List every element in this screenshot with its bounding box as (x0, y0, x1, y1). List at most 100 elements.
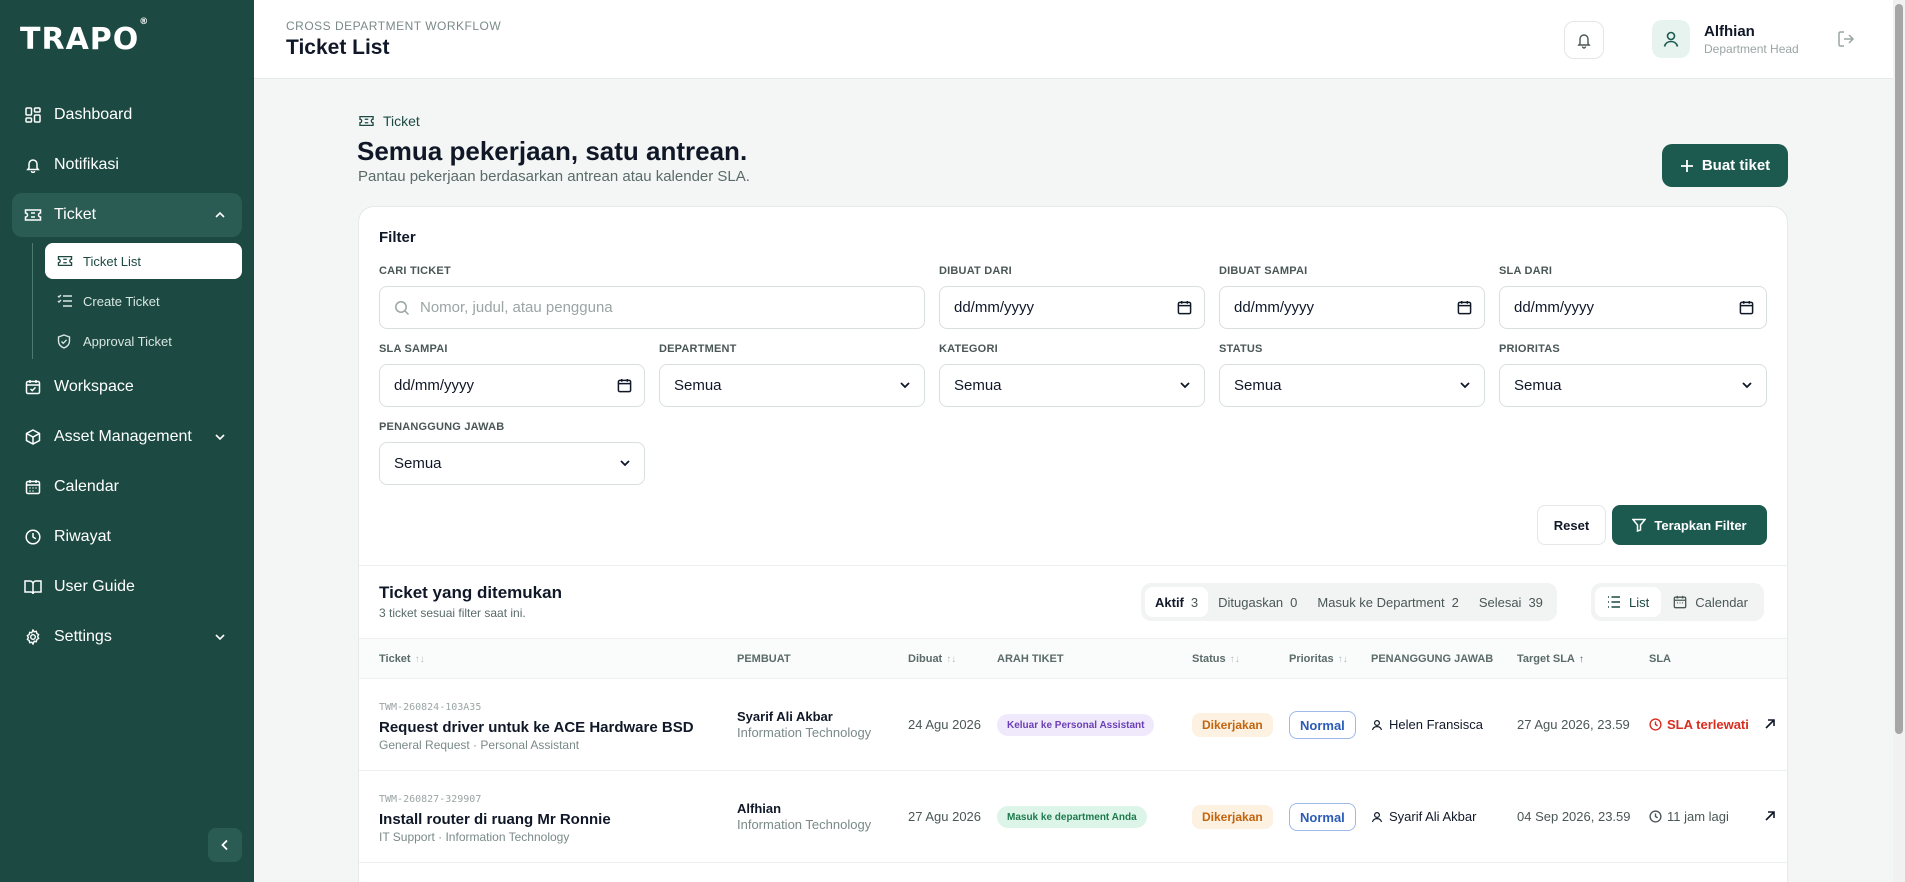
chevron-down-icon (1178, 378, 1192, 392)
subnav-item-label: Ticket List (83, 253, 142, 269)
target-sla: 27 Agu 2026, 23.59 (1517, 717, 1630, 732)
subnav-item-create-ticket[interactable]: Create Ticket (45, 283, 242, 319)
sidebar-item-label: Asset Management (54, 428, 192, 445)
scrollbar-thumb[interactable] (1895, 4, 1903, 734)
column-ticket[interactable]: Ticket ↑↓ (379, 653, 425, 665)
calendar-icon[interactable] (617, 378, 632, 393)
date-placeholder: dd/mm/yyyy (1234, 299, 1315, 316)
tab-selesai[interactable]: Selesai 39 (1469, 587, 1553, 617)
pic-cell: Syarif Ali Akbar (1371, 809, 1476, 824)
shield-check-icon (57, 333, 73, 349)
open-ticket-button[interactable] (1763, 809, 1779, 825)
category-select[interactable]: Semua (939, 364, 1205, 407)
sidebar-item-settings[interactable]: Settings (12, 615, 242, 659)
chevron-down-icon (898, 378, 912, 392)
sidebar-item-calendar[interactable]: Calendar (12, 465, 242, 509)
column-status[interactable]: Status ↑↓ (1192, 653, 1240, 665)
collapse-sidebar-button[interactable] (208, 828, 242, 862)
table-row[interactable]: TWM-260827-329907 Install router di ruan… (359, 771, 1787, 863)
sidebar-item-workspace[interactable]: Workspace (12, 365, 242, 409)
view-label: Calendar (1695, 594, 1748, 610)
sla-cell: 11 jam lagi (1649, 809, 1729, 824)
apply-filter-label: Terapkan Filter (1654, 517, 1747, 533)
column-prioritas[interactable]: Prioritas ↑↓ (1289, 653, 1348, 665)
created-from-date-input[interactable]: dd/mm/yyyy (939, 286, 1205, 329)
logout-button[interactable] (1837, 30, 1857, 50)
chevron-down-icon (1458, 378, 1472, 392)
tab-count: 39 (1528, 594, 1543, 610)
chevron-up-icon (212, 207, 228, 223)
bell-icon (1576, 32, 1592, 49)
direction-badge: Masuk ke department Anda (997, 806, 1147, 828)
bell-icon (24, 156, 42, 174)
apply-filter-button[interactable]: Terapkan Filter (1612, 505, 1767, 545)
status-badge: Dikerjakan (1192, 805, 1273, 829)
column-dibuat[interactable]: Dibuat ↑↓ (908, 653, 956, 665)
user-icon (1371, 811, 1383, 823)
sidebar-item-label: Workspace (54, 378, 134, 395)
filter-icon (1632, 518, 1647, 532)
calendar-icon[interactable] (1739, 300, 1754, 315)
sidebar-item-user-guide[interactable]: User Guide (12, 565, 242, 609)
arrow-up-right-icon (1763, 717, 1777, 733)
sort-asc-icon: ↑ (1578, 653, 1584, 665)
sidebar-item-riwayat[interactable]: Riwayat (12, 515, 242, 559)
ticket-meta: IT Support · Information Technology (379, 830, 570, 844)
brand-logo[interactable]: TRAPO® (20, 17, 149, 57)
created-to-date-input[interactable]: dd/mm/yyyy (1219, 286, 1485, 329)
tab-aktif[interactable]: Aktif 3 (1145, 587, 1209, 617)
status-select[interactable]: Semua (1219, 364, 1485, 407)
search-placeholder: Nomor, judul, atau pengguna (420, 299, 613, 316)
page-heading: Semua pekerjaan, satu antrean. (357, 136, 748, 166)
created-date: 24 Agu 2026 (908, 717, 982, 732)
date-placeholder: dd/mm/yyyy (1514, 299, 1595, 316)
ticket-icon (57, 253, 73, 269)
tab-masuk-ke-department[interactable]: Masuk ke Department 2 (1307, 587, 1468, 617)
pic-cell: Helen Fransisca (1371, 717, 1483, 732)
view-calendar-button[interactable]: Calendar (1661, 587, 1760, 617)
reset-button[interactable]: Reset (1537, 505, 1606, 545)
priority-select[interactable]: Semua (1499, 364, 1767, 407)
open-ticket-button[interactable] (1763, 717, 1779, 733)
subnav-item-ticket-list[interactable]: Ticket List (45, 243, 242, 279)
sla-from-label: SLA DARI (1499, 265, 1553, 277)
calendar-icon[interactable] (1457, 300, 1472, 315)
creator-dept: Information Technology (737, 725, 872, 740)
table-row[interactable]: TWM-260824-103A35 Request driver untuk k… (359, 679, 1787, 771)
view-list-button[interactable]: List (1595, 587, 1662, 617)
priority-badge: Normal (1289, 803, 1356, 831)
create-ticket-label: Buat tiket (1701, 157, 1771, 174)
view-label: List (1629, 594, 1650, 610)
clock-icon (1649, 810, 1662, 823)
tab-label: Aktif (1155, 594, 1184, 610)
subnav-item-approval-ticket[interactable]: Approval Ticket (45, 323, 242, 359)
department-select[interactable]: Semua (659, 364, 925, 407)
status-badge: Dikerjakan (1192, 713, 1273, 737)
sidebar-item-notifikasi[interactable]: Notifikasi (12, 143, 242, 187)
create-ticket-button[interactable]: Buat tiket (1662, 144, 1788, 187)
sla-text: 11 jam lagi (1667, 809, 1729, 824)
calendar-icon[interactable] (1177, 300, 1192, 315)
ticket-title[interactable]: Request driver untuk ke ACE Hardware BSD (379, 719, 694, 736)
tab-ditugaskan[interactable]: Ditugaskan 0 (1208, 587, 1307, 617)
search-input[interactable]: Nomor, judul, atau pengguna (379, 286, 925, 329)
sidebar-item-asset-management[interactable]: Asset Management (12, 415, 242, 459)
column-label: ARAH TIKET (997, 653, 1064, 665)
sidebar-item-dashboard[interactable]: Dashboard (12, 93, 242, 137)
sidebar-item-label: Calendar (54, 478, 119, 495)
chevron-down-icon (618, 456, 632, 470)
sla-to-date-input[interactable]: dd/mm/yyyy (379, 364, 645, 407)
pic-select[interactable]: Semua (379, 442, 645, 485)
subnav-item-label: Create Ticket (83, 293, 160, 309)
chevron-down-icon (212, 429, 228, 445)
sidebar-item-ticket[interactable]: Ticket (12, 193, 242, 237)
column-sla: SLA (1649, 653, 1671, 665)
tab-label: Ditugaskan (1218, 594, 1284, 610)
sla-from-date-input[interactable]: dd/mm/yyyy (1499, 286, 1767, 329)
column-target-sla[interactable]: Target SLA ↑ (1517, 653, 1584, 665)
notifications-button[interactable] (1564, 21, 1604, 59)
avatar[interactable] (1652, 20, 1690, 58)
sidebar-item-label: User Guide (54, 578, 135, 595)
ticket-title[interactable]: Install router di ruang Mr Ronnie (379, 811, 611, 828)
tab-count: 3 (1190, 594, 1199, 610)
